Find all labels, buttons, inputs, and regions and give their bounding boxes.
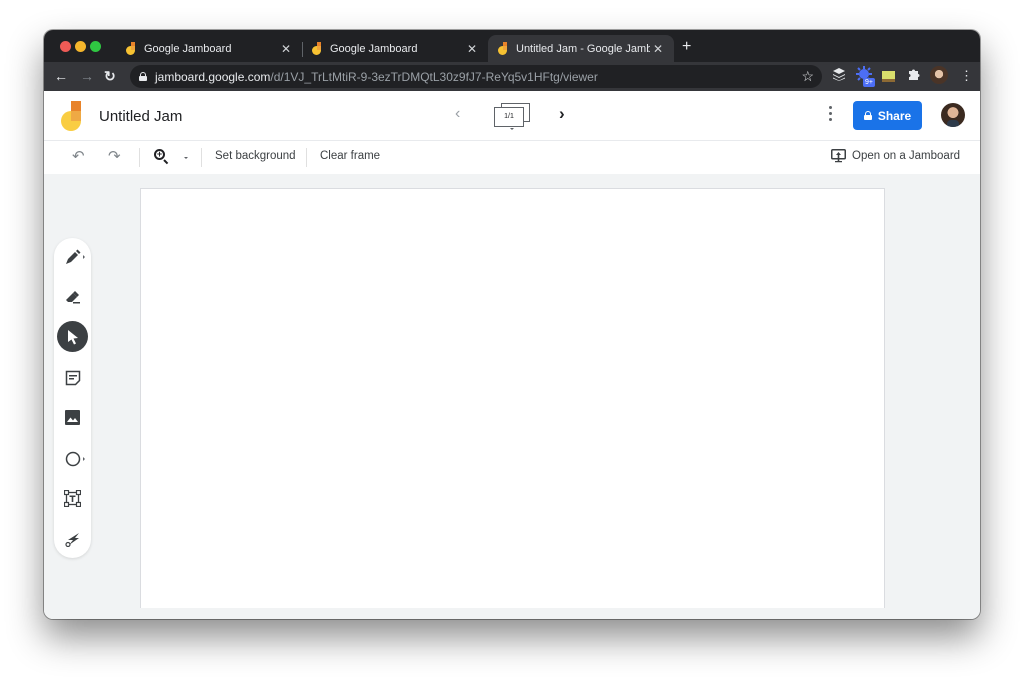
back-button[interactable]: ←: [54, 68, 68, 84]
extension-badge-count: 9+: [863, 78, 875, 87]
share-label: Share: [877, 108, 912, 123]
previous-frame-button[interactable]: ‹: [455, 105, 460, 123]
image-icon: [65, 410, 80, 425]
toolbar-divider: [139, 148, 140, 167]
browser-tab[interactable]: Google Jamboard ✕: [116, 35, 302, 62]
jamboard-logo-icon[interactable]: [61, 101, 83, 131]
url-path: /d/1VJ_TrLtMtiR-9-3ezTrDMQtL30z9fJ7-ReYq…: [270, 69, 598, 84]
browser-window: Google Jamboard ✕ Google Jamboard ✕ Unti…: [44, 30, 980, 619]
select-tool[interactable]: [57, 321, 88, 352]
cursor-arrow-icon: [67, 329, 78, 344]
url-host: jamboard.google.com: [155, 69, 271, 84]
frame-counter: 1/1: [494, 107, 524, 127]
toolbar-divider: [306, 148, 307, 167]
close-window-button[interactable]: [60, 41, 71, 52]
jamboard-favicon-icon: [312, 42, 322, 55]
text-box-icon: [64, 490, 81, 507]
minimize-window-button[interactable]: [75, 41, 86, 52]
maximize-window-button[interactable]: [90, 41, 101, 52]
laser-tool[interactable]: [57, 523, 88, 554]
lock-icon: [863, 111, 872, 120]
next-frame-button[interactable]: ›: [559, 104, 565, 124]
forward-button[interactable]: →: [80, 68, 94, 84]
browser-toolbar: ← → ↻ jamboard.google.com/d/1VJ_TrLtMtiR…: [44, 62, 980, 91]
undo-button[interactable]: ↶: [72, 149, 85, 165]
tab-title: Google Jamboard: [144, 42, 232, 55]
tab-title: Untitled Jam - Google Jamboard: [516, 42, 650, 55]
frame-bar-toggle[interactable]: 1/1: [494, 103, 532, 131]
clear-frame-button[interactable]: Clear frame: [320, 150, 380, 162]
sticky-note-tool[interactable]: [57, 362, 88, 393]
cast-to-jamboard-icon: [831, 149, 846, 163]
workspace: [44, 174, 980, 619]
puzzle-extensions-icon[interactable]: [907, 68, 920, 85]
bookmark-star-icon[interactable]: ☆: [801, 68, 814, 85]
jamboard-favicon-icon: [498, 42, 508, 55]
new-tab-button[interactable]: +: [682, 39, 691, 55]
account-avatar[interactable]: [941, 103, 965, 127]
toolbar-divider: [201, 148, 202, 167]
zoom-dropdown-caret-icon[interactable]: [184, 157, 188, 159]
zoom-icon[interactable]: +: [154, 149, 170, 165]
screen-extension-icon[interactable]: [882, 70, 895, 86]
pen-options-caret-icon: [83, 255, 85, 259]
circle-tool[interactable]: [57, 443, 88, 474]
jam-canvas[interactable]: [140, 188, 885, 608]
edit-toolbar: ↶ ↷ + Set background Clear frame Open on…: [44, 141, 980, 174]
more-options-button[interactable]: [826, 106, 834, 124]
pen-icon: [65, 249, 80, 264]
jamboard-header: Untitled Jam ‹ 1/1 › Share: [44, 91, 980, 141]
circle-icon: [65, 451, 80, 466]
browser-tab-active[interactable]: Untitled Jam - Google Jamboard ✕: [488, 35, 674, 62]
shape-options-caret-icon: [83, 457, 85, 461]
text-box-tool[interactable]: [57, 483, 88, 514]
url-text[interactable]: jamboard.google.com/d/1VJ_TrLtMtiR-9-3ez…: [155, 70, 598, 84]
redo-button[interactable]: ↷: [108, 149, 121, 165]
eraser-tool[interactable]: [57, 281, 88, 312]
reload-button[interactable]: ↻: [104, 68, 116, 84]
jam-title[interactable]: Untitled Jam: [99, 108, 182, 125]
badge-extension-icon[interactable]: 9+: [856, 66, 876, 87]
set-background-button[interactable]: Set background: [215, 150, 296, 162]
tab-close-icon[interactable]: ✕: [278, 42, 294, 56]
browser-tab[interactable]: Google Jamboard ✕: [302, 35, 488, 62]
tab-close-icon[interactable]: ✕: [650, 42, 666, 56]
open-on-jamboard-label: Open on a Jamboard: [852, 150, 961, 162]
pen-tool[interactable]: [57, 241, 88, 272]
chevron-down-icon: [510, 128, 514, 130]
tab-strip: Google Jamboard ✕ Google Jamboard ✕ Unti…: [44, 30, 980, 62]
lock-icon[interactable]: [139, 72, 147, 81]
share-button[interactable]: Share: [853, 101, 922, 130]
tab-close-icon[interactable]: ✕: [464, 42, 480, 56]
tab-title: Google Jamboard: [330, 42, 418, 55]
layers-extension-icon[interactable]: [833, 68, 845, 85]
chrome-menu-icon[interactable]: ⋮: [960, 68, 973, 84]
laser-pointer-icon: [64, 532, 79, 547]
sticky-note-icon: [65, 370, 80, 385]
add-image-tool[interactable]: [57, 402, 88, 433]
address-bar[interactable]: jamboard.google.com/d/1VJ_TrLtMtiR-9-3ez…: [130, 65, 822, 88]
profile-avatar-icon[interactable]: [930, 66, 948, 84]
eraser-icon: [65, 290, 80, 303]
open-on-jamboard-button[interactable]: Open on a Jamboard: [831, 149, 960, 163]
jamboard-favicon-icon: [126, 42, 136, 55]
tool-rail: [54, 238, 91, 558]
